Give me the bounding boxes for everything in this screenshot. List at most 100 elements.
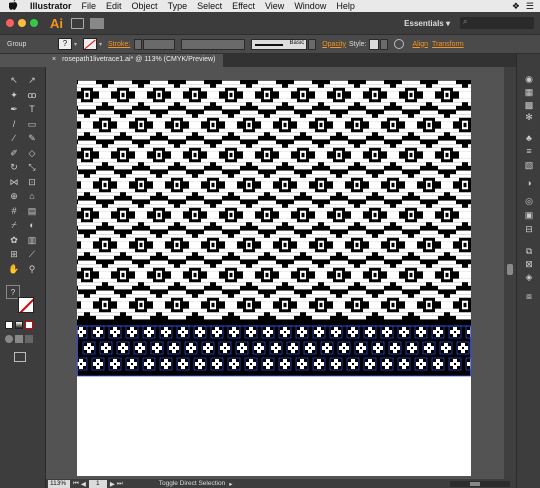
recolor-artwork-icon[interactable]: [394, 39, 405, 49]
slice-tool[interactable]: ⟋: [26, 249, 38, 259]
horizontal-scrollbar[interactable]: [450, 480, 510, 487]
arrange-documents-icon[interactable]: [90, 17, 104, 29]
artboard[interactable]: [77, 80, 471, 476]
canvas-area[interactable]: [46, 67, 504, 479]
gradient-mode-button[interactable]: [15, 321, 23, 329]
first-artboard-icon[interactable]: ⏮: [73, 480, 79, 488]
transparency-panel-icon[interactable]: ◑: [523, 178, 535, 188]
apple-logo-icon[interactable]: [0, 0, 26, 12]
menu-select[interactable]: Select: [192, 1, 227, 11]
menu-edit[interactable]: Edit: [101, 1, 127, 11]
shape-builder-tool[interactable]: ⊕: [8, 191, 20, 201]
draw-inside-icon[interactable]: [25, 335, 33, 343]
brush-dropdown-arrow[interactable]: [308, 38, 317, 50]
draw-normal-icon[interactable]: [5, 335, 13, 343]
selection-tool[interactable]: ↖: [8, 75, 20, 85]
menu-effect[interactable]: Effect: [227, 1, 260, 11]
brushes-panel-icon[interactable]: ✻: [523, 112, 535, 122]
zoom-window-button[interactable]: [30, 19, 38, 27]
color-mode-button[interactable]: [5, 321, 13, 329]
eyedropper-tool[interactable]: ⌿: [8, 220, 20, 230]
chevron-down-icon[interactable]: ▾: [99, 41, 102, 48]
stroke-link[interactable]: Stroke:: [108, 41, 130, 48]
color-guide-icon[interactable]: ▦: [523, 87, 535, 97]
appearance-panel-icon[interactable]: ◎: [523, 196, 535, 206]
transform-link[interactable]: Transform: [432, 41, 464, 48]
bridge-icon[interactable]: [71, 17, 84, 29]
artboard-number-field[interactable]: 1: [88, 479, 107, 488]
dropbox-icon[interactable]: ❖: [512, 1, 520, 12]
pathfinder-panel-icon[interactable]: ⧉: [523, 246, 535, 256]
previous-artboard-icon[interactable]: ◀: [81, 480, 86, 488]
menu-app-name[interactable]: Illustrator: [26, 1, 77, 11]
stroke-panel-icon[interactable]: ≡: [523, 146, 535, 156]
color-panel-icon[interactable]: ◉: [523, 74, 535, 84]
scrollbar-thumb[interactable]: [507, 264, 513, 275]
artboards-panel-icon[interactable]: ⧈: [523, 291, 535, 301]
gradient-panel-icon[interactable]: ▧: [523, 160, 535, 170]
list-menu-icon[interactable]: ☰: [526, 1, 534, 12]
minimize-window-button[interactable]: [18, 19, 26, 27]
brush-definition-dropdown[interactable]: Basic: [251, 38, 308, 50]
graphic-styles-icon[interactable]: ▣: [523, 210, 535, 220]
fill-stroke-widget[interactable]: ?: [6, 285, 38, 315]
menu-window[interactable]: Window: [289, 1, 331, 11]
draw-behind-icon[interactable]: [15, 335, 23, 343]
menu-file[interactable]: File: [77, 1, 102, 11]
stroke-weight-field[interactable]: [143, 38, 176, 50]
transform-panel-icon[interactable]: ⊠: [523, 259, 535, 269]
eraser-tool[interactable]: ◇: [26, 148, 38, 158]
layers-panel-icon[interactable]: ◈: [523, 272, 535, 282]
chevron-down-icon[interactable]: ▾: [74, 41, 77, 48]
line-tool[interactable]: /: [8, 119, 20, 129]
scale-tool[interactable]: ⤡: [26, 162, 38, 172]
align-link[interactable]: Align: [412, 41, 428, 48]
pencil-tool[interactable]: ✎: [26, 133, 38, 143]
vertical-scrollbar[interactable]: [504, 67, 516, 479]
variable-width-profile-dropdown[interactable]: [181, 38, 246, 50]
stroke-swatch[interactable]: [83, 38, 98, 50]
graphic-style-dropdown[interactable]: [380, 38, 389, 50]
screen-mode-icon[interactable]: [14, 352, 26, 362]
swatches-panel-icon[interactable]: ▩: [523, 100, 535, 110]
column-graph-tool[interactable]: ▥: [26, 235, 38, 245]
rosepath-pattern-artwork[interactable]: [77, 80, 471, 476]
hand-tool[interactable]: ✋: [8, 264, 20, 274]
direct-selection-tool[interactable]: ↗: [26, 75, 38, 85]
menu-view[interactable]: View: [260, 1, 289, 11]
perspective-grid-tool[interactable]: ⌂: [26, 191, 38, 201]
close-window-button[interactable]: [6, 19, 14, 27]
stroke-none-icon[interactable]: [18, 297, 34, 313]
fill-swatch[interactable]: ?: [58, 38, 72, 50]
last-artboard-icon[interactable]: ⏭: [117, 480, 123, 488]
blob-brush-tool[interactable]: ✐: [8, 148, 20, 158]
magic-wand-tool[interactable]: ✦: [8, 90, 20, 100]
width-tool[interactable]: ⋈: [8, 177, 20, 187]
rotate-tool[interactable]: ↻: [8, 162, 20, 172]
workspace-switcher[interactable]: Essentials ▾: [404, 19, 450, 28]
free-transform-tool[interactable]: ⊡: [26, 177, 38, 187]
lasso-tool[interactable]: ꝏ: [26, 90, 38, 100]
search-stock-input[interactable]: ⌕: [460, 17, 534, 29]
pen-tool[interactable]: ✒: [8, 104, 20, 114]
menu-object[interactable]: Object: [127, 1, 163, 11]
type-tool[interactable]: T: [26, 104, 38, 114]
rectangle-tool[interactable]: ▭: [26, 119, 38, 129]
align-panel-icon[interactable]: ⊟: [523, 224, 535, 234]
opacity-link[interactable]: Opacity: [322, 41, 346, 48]
stroke-weight-stepper[interactable]: [134, 38, 143, 50]
menu-type[interactable]: Type: [163, 1, 193, 11]
graphic-style-swatch[interactable]: [369, 38, 380, 50]
zoom-tool[interactable]: ⚲: [26, 264, 38, 274]
zoom-level-field[interactable]: 113%: [48, 479, 70, 488]
document-tab[interactable]: × rosepath1livetrace1.ai* @ 113% (CMYK/P…: [46, 54, 224, 67]
artboard-tool[interactable]: ⊞: [8, 249, 20, 259]
next-artboard-icon[interactable]: ▶: [110, 480, 115, 488]
none-mode-button[interactable]: [25, 321, 33, 329]
paintbrush-tool[interactable]: ∕: [8, 133, 20, 143]
blend-tool[interactable]: ◐: [26, 220, 38, 230]
symbol-sprayer-tool[interactable]: ✿: [8, 235, 20, 245]
status-menu-icon[interactable]: ▸: [229, 480, 232, 488]
gradient-tool[interactable]: ▤: [26, 206, 38, 216]
close-icon[interactable]: ×: [52, 56, 56, 67]
